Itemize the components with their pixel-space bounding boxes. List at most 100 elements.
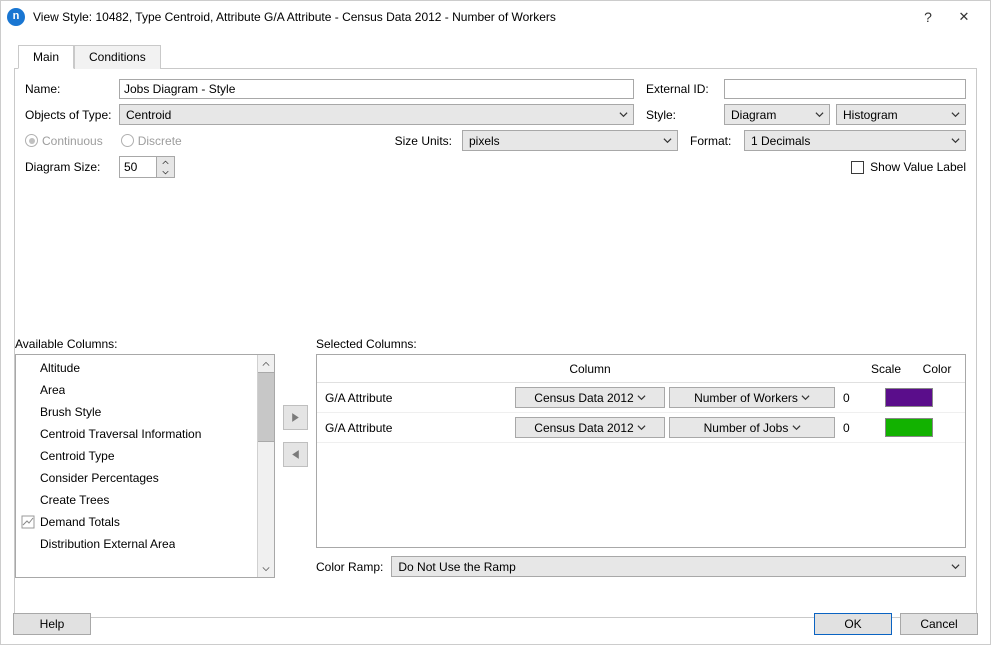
- attribute-combo[interactable]: Number of Jobs: [669, 417, 835, 438]
- list-item-label: Area: [40, 383, 65, 397]
- selected-columns: Selected Columns: Column Scale Color G/A…: [316, 337, 966, 578]
- list-item[interactable]: Centroid Type: [16, 445, 257, 467]
- color-ramp-combo[interactable]: Do Not Use the Ramp: [391, 556, 966, 577]
- available-columns-label: Available Columns:: [15, 337, 275, 351]
- scroll-up-icon[interactable]: [258, 355, 274, 372]
- ok-button[interactable]: OK: [814, 613, 892, 635]
- app-icon-letter: n: [13, 11, 20, 22]
- help-button[interactable]: ?: [910, 4, 946, 30]
- list-item[interactable]: Distribution External Area: [16, 533, 257, 555]
- style-combo[interactable]: Diagram: [724, 104, 830, 125]
- list-item[interactable]: Altitude: [16, 357, 257, 379]
- external-id-input[interactable]: [724, 79, 966, 99]
- dataset-combo[interactable]: Census Data 2012: [515, 387, 665, 408]
- move-buttons: [283, 405, 308, 578]
- diagram-size-input[interactable]: [120, 157, 156, 177]
- style-sub-combo[interactable]: Histogram: [836, 104, 966, 125]
- radio-dot-icon: [25, 134, 38, 147]
- selected-columns-label: Selected Columns:: [316, 337, 966, 351]
- list-item[interactable]: Brush Style: [16, 401, 257, 423]
- dataset-value: Census Data 2012: [534, 391, 633, 405]
- move-right-button[interactable]: [283, 405, 308, 430]
- objects-of-type-value: Centroid: [126, 108, 615, 122]
- selected-columns-table: Column Scale Color G/A AttributeCensus D…: [316, 354, 966, 548]
- chevron-down-icon: [798, 390, 814, 406]
- list-item[interactable]: Consider Percentages: [16, 467, 257, 489]
- color-ramp-label: Color Ramp:: [316, 560, 383, 574]
- spinner-down-icon[interactable]: [157, 167, 174, 177]
- column-icon: [20, 536, 36, 552]
- objects-of-type-label: Objects of Type:: [25, 108, 113, 122]
- format-value: 1 Decimals: [751, 134, 947, 148]
- chevron-down-icon: [659, 133, 675, 149]
- list-item-label: Consider Percentages: [40, 471, 159, 485]
- scroll-down-icon[interactable]: [258, 560, 274, 577]
- list-item-label: Centroid Type: [40, 449, 115, 463]
- move-left-button[interactable]: [283, 442, 308, 467]
- scale-value[interactable]: 0: [839, 421, 881, 435]
- style-label: Style:: [646, 108, 718, 122]
- table-row: G/A AttributeCensus Data 2012Number of J…: [317, 413, 965, 443]
- checkbox-icon: [851, 161, 864, 174]
- column-icon: [20, 404, 36, 420]
- ga-attribute-label: G/A Attribute: [321, 391, 511, 405]
- spinner-up-icon[interactable]: [157, 157, 174, 167]
- scrollbar[interactable]: [257, 355, 274, 577]
- show-value-label-text: Show Value Label: [870, 160, 966, 174]
- column-icon: [20, 360, 36, 376]
- attribute-combo[interactable]: Number of Workers: [669, 387, 835, 408]
- chevron-down-icon: [811, 107, 827, 123]
- chevron-down-icon: [615, 107, 631, 123]
- title-bar: n View Style: 10482, Type Centroid, Attr…: [1, 1, 990, 32]
- list-item-label: Brush Style: [40, 405, 101, 419]
- help-button[interactable]: Help: [13, 613, 91, 635]
- list-item-label: Demand Totals: [40, 515, 120, 529]
- chevron-down-icon: [947, 559, 963, 575]
- diagram-size-spinner[interactable]: [119, 156, 175, 178]
- name-input[interactable]: [119, 79, 634, 99]
- show-value-label-checkbox[interactable]: Show Value Label: [851, 160, 966, 174]
- tab-conditions[interactable]: Conditions: [74, 45, 161, 69]
- list-item[interactable]: Demand Totals: [16, 511, 257, 533]
- list-item-label: Distribution External Area: [40, 537, 175, 551]
- list-item-label: Centroid Traversal Information: [40, 427, 201, 441]
- main-panel: Name: External ID: Objects of Type: Cent…: [14, 68, 977, 618]
- scroll-thumb[interactable]: [258, 372, 274, 442]
- chevron-down-icon: [634, 420, 650, 436]
- table-row: G/A Attribute Census Data 2012 Number of W…: [317, 383, 965, 413]
- color-swatch[interactable]: [885, 418, 933, 437]
- header-column: Column: [317, 362, 863, 376]
- color-swatch[interactable]: [885, 388, 933, 407]
- external-id-label: External ID:: [646, 82, 718, 96]
- close-button[interactable]: ✕: [946, 4, 982, 30]
- format-combo[interactable]: 1 Decimals: [744, 130, 966, 151]
- available-columns-list[interactable]: Altitude Area Brush Style Centroid Traversa…: [15, 354, 275, 578]
- column-icon: [20, 448, 36, 464]
- column-icon: [20, 426, 36, 442]
- dialog-footer: Help OK Cancel: [13, 613, 978, 635]
- style-value: Diagram: [731, 108, 811, 122]
- header-scale: Scale: [863, 362, 909, 376]
- column-icon: [20, 514, 36, 530]
- list-item[interactable]: Area: [16, 379, 257, 401]
- format-label: Format:: [690, 134, 738, 148]
- style-sub-value: Histogram: [843, 108, 947, 122]
- discrete-label: Discrete: [138, 134, 182, 148]
- size-units-combo[interactable]: pixels: [462, 130, 678, 151]
- objects-of-type-combo[interactable]: Centroid: [119, 104, 634, 125]
- column-icon: [20, 492, 36, 508]
- window-title: View Style: 10482, Type Centroid, Attrib…: [33, 10, 910, 24]
- list-item-label: Altitude: [40, 361, 80, 375]
- chevron-down-icon: [947, 107, 963, 123]
- radio-dot-icon: [121, 134, 134, 147]
- size-units-label: Size Units:: [395, 134, 452, 148]
- cancel-button[interactable]: Cancel: [900, 613, 978, 635]
- list-item[interactable]: Create Trees: [16, 489, 257, 511]
- dataset-combo[interactable]: Census Data 2012: [515, 417, 665, 438]
- tab-main[interactable]: Main: [18, 45, 74, 69]
- list-item[interactable]: Centroid Traversal Information: [16, 423, 257, 445]
- scale-value[interactable]: 0: [839, 391, 881, 405]
- available-columns: Available Columns: Altitude Area Brush Sty…: [15, 337, 275, 578]
- continuous-label: Continuous: [42, 134, 103, 148]
- chevron-down-icon: [947, 133, 963, 149]
